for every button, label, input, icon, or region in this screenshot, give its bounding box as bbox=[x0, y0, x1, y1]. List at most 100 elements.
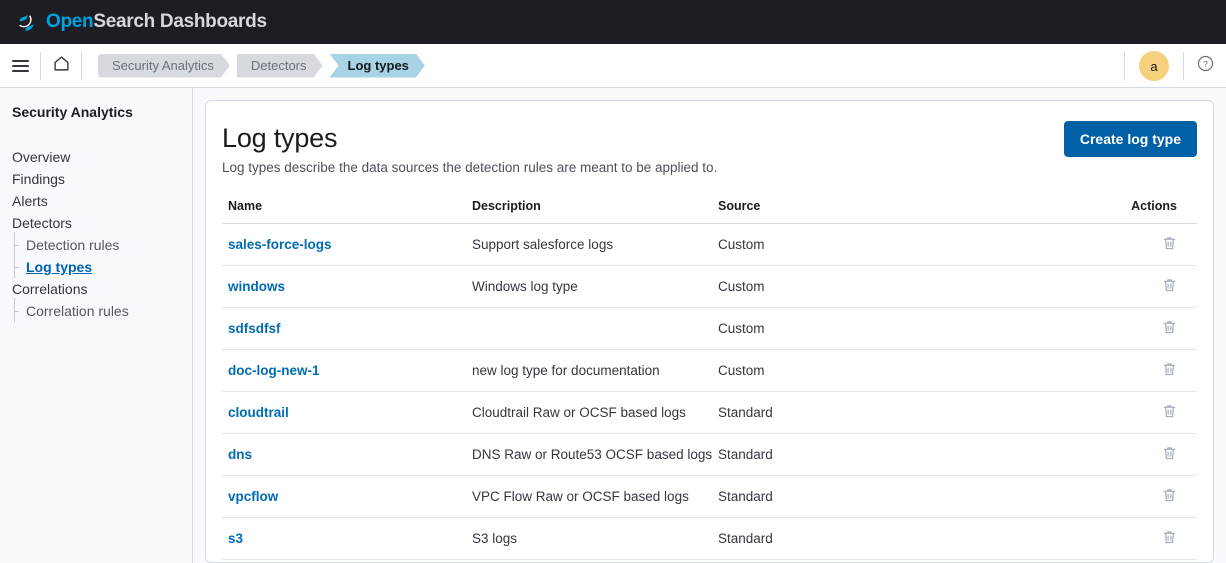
help-button[interactable]: ? bbox=[1184, 44, 1226, 88]
cell-actions bbox=[1077, 307, 1197, 350]
trash-icon bbox=[1162, 489, 1177, 506]
cell-source: Standard bbox=[718, 517, 1077, 560]
sidebar-item-findings[interactable]: Findings bbox=[12, 168, 192, 190]
cell-source: Standard bbox=[718, 433, 1077, 476]
log-type-link[interactable]: cloudtrail bbox=[228, 405, 289, 420]
page-description: Log types describe the data sources the … bbox=[222, 160, 718, 175]
cell-source: Standard bbox=[718, 475, 1077, 518]
nav-divider-2 bbox=[81, 51, 82, 80]
trash-icon bbox=[1162, 447, 1177, 464]
log-type-link[interactable]: sales-force-logs bbox=[228, 237, 332, 252]
sidebar-item-overview[interactable]: Overview bbox=[12, 146, 192, 168]
create-log-type-button[interactable]: Create log type bbox=[1063, 121, 1197, 157]
sidebar-item-alerts[interactable]: Alerts bbox=[12, 190, 192, 212]
cell-name: windows bbox=[222, 265, 472, 308]
cell-name: doc-log-new-1 bbox=[222, 349, 472, 392]
cell-actions bbox=[1077, 475, 1197, 518]
cell-name: cloudtrail bbox=[222, 391, 472, 434]
breadcrumb-detectors[interactable]: Detectors bbox=[237, 54, 323, 78]
table-row: dns DNS Raw or Route53 OCSF based logs Sta… bbox=[222, 433, 1197, 476]
cell-actions bbox=[1077, 265, 1197, 308]
table-header-row: Name Description Source Actions bbox=[222, 199, 1197, 224]
cell-description: S3 logs bbox=[472, 517, 718, 560]
cell-source: Custom bbox=[718, 265, 1077, 308]
cell-name: sdfsdfsf bbox=[222, 307, 472, 350]
home-button[interactable] bbox=[41, 44, 81, 88]
cell-actions bbox=[1077, 349, 1197, 392]
delete-log-type-button[interactable] bbox=[1162, 277, 1177, 293]
nav-divider-3 bbox=[1124, 52, 1125, 80]
column-header-actions: Actions bbox=[1077, 199, 1197, 224]
trash-icon bbox=[1162, 363, 1177, 380]
opensearch-logo[interactable]: OpenSearch Dashboards bbox=[14, 10, 267, 35]
brand-title-search: Search bbox=[93, 11, 155, 32]
delete-log-type-button[interactable] bbox=[1162, 529, 1177, 545]
cell-description: Cloudtrail Raw or OCSF based logs bbox=[472, 391, 718, 434]
svg-text:?: ? bbox=[1203, 59, 1208, 69]
hamburger-menu-button[interactable] bbox=[0, 44, 40, 88]
column-header-name[interactable]: Name bbox=[222, 199, 472, 224]
log-type-link[interactable]: s3 bbox=[228, 531, 243, 546]
cell-actions bbox=[1077, 391, 1197, 434]
trash-icon bbox=[1162, 531, 1177, 548]
sidebar-item-log-types[interactable]: Log types bbox=[12, 254, 192, 278]
cell-actions bbox=[1077, 223, 1197, 266]
delete-log-type-button[interactable] bbox=[1162, 445, 1177, 461]
table-row: githubGithub logsStandard bbox=[222, 559, 1197, 562]
breadcrumb-log-types[interactable]: Log types bbox=[330, 54, 425, 78]
trash-icon bbox=[1162, 405, 1177, 422]
cell-name: vpcflow bbox=[222, 475, 472, 518]
sidebar-item-correlations[interactable]: Correlations bbox=[12, 278, 192, 300]
cell-description bbox=[472, 307, 718, 350]
cell-name: sales-force-logs bbox=[222, 223, 472, 266]
trash-icon bbox=[1162, 321, 1177, 338]
panel-header: Log types Log types describe the data so… bbox=[222, 121, 1197, 175]
trash-icon bbox=[1162, 237, 1177, 254]
table-body: sales-force-logs Support salesforce logs C… bbox=[222, 223, 1197, 562]
cell-actions bbox=[1077, 517, 1197, 560]
main-content: Log types Log types describe the data so… bbox=[193, 88, 1226, 563]
cell-source: Custom bbox=[718, 307, 1077, 350]
opensearch-logo-icon bbox=[14, 10, 39, 35]
nav-right-group: a ? bbox=[1124, 44, 1226, 88]
table-row: sdfsdfsf Custom bbox=[222, 307, 1197, 350]
help-circle-icon: ? bbox=[1197, 55, 1214, 77]
cell-actions bbox=[1077, 433, 1197, 476]
delete-log-type-button[interactable] bbox=[1162, 235, 1177, 251]
log-type-link[interactable]: doc-log-new-1 bbox=[228, 363, 320, 378]
table-row: doc-log-new-1 new log type for documentat… bbox=[222, 349, 1197, 392]
sidebar: Security Analytics Overview Findings Ale… bbox=[0, 88, 193, 563]
brand-title: OpenSearch Dashboards bbox=[46, 11, 267, 33]
delete-log-type-button[interactable] bbox=[1162, 319, 1177, 335]
cell-description: new log type for documentation bbox=[472, 349, 718, 392]
column-header-description[interactable]: Description bbox=[472, 199, 718, 224]
cell-description: DNS Raw or Route53 OCSF based logs bbox=[472, 433, 718, 476]
sidebar-item-detectors[interactable]: Detectors bbox=[12, 212, 192, 234]
breadcrumb-security-analytics[interactable]: Security Analytics bbox=[98, 54, 230, 78]
log-type-link[interactable]: sdfsdfsf bbox=[228, 321, 281, 336]
cell-source: Custom bbox=[718, 349, 1077, 392]
delete-log-type-button[interactable] bbox=[1162, 361, 1177, 377]
table-row: s3 S3 logs Standard bbox=[222, 517, 1197, 560]
delete-log-type-button[interactable] bbox=[1162, 403, 1177, 419]
page-body: Security Analytics Overview Findings Ale… bbox=[0, 88, 1226, 563]
sidebar-item-detection-rules[interactable]: Detection rules bbox=[12, 232, 192, 256]
trash-icon bbox=[1162, 279, 1177, 296]
brand-title-dashboards: Dashboards bbox=[154, 11, 267, 32]
home-icon bbox=[53, 55, 70, 77]
log-type-link[interactable]: windows bbox=[228, 279, 285, 294]
cell-description: Github logs bbox=[472, 559, 718, 562]
sidebar-item-correlation-rules[interactable]: Correlation rules bbox=[12, 298, 192, 322]
delete-log-type-button[interactable] bbox=[1162, 487, 1177, 503]
panel-header-text: Log types Log types describe the data so… bbox=[222, 121, 717, 175]
cell-description: Windows log type bbox=[472, 265, 718, 308]
sidebar-title: Security Analytics bbox=[12, 104, 133, 120]
log-type-link[interactable]: dns bbox=[228, 447, 252, 462]
log-types-table: Name Description Source Actions sales-fo… bbox=[222, 199, 1197, 562]
log-types-panel: Log types Log types describe the data so… bbox=[205, 100, 1214, 563]
column-header-source[interactable]: Source bbox=[718, 199, 1077, 224]
table-row: cloudtrail Cloudtrail Raw or OCSF based l… bbox=[222, 391, 1197, 434]
log-type-link[interactable]: vpcflow bbox=[228, 489, 278, 504]
cell-source: Standard bbox=[718, 559, 1077, 562]
avatar[interactable]: a bbox=[1139, 51, 1169, 81]
